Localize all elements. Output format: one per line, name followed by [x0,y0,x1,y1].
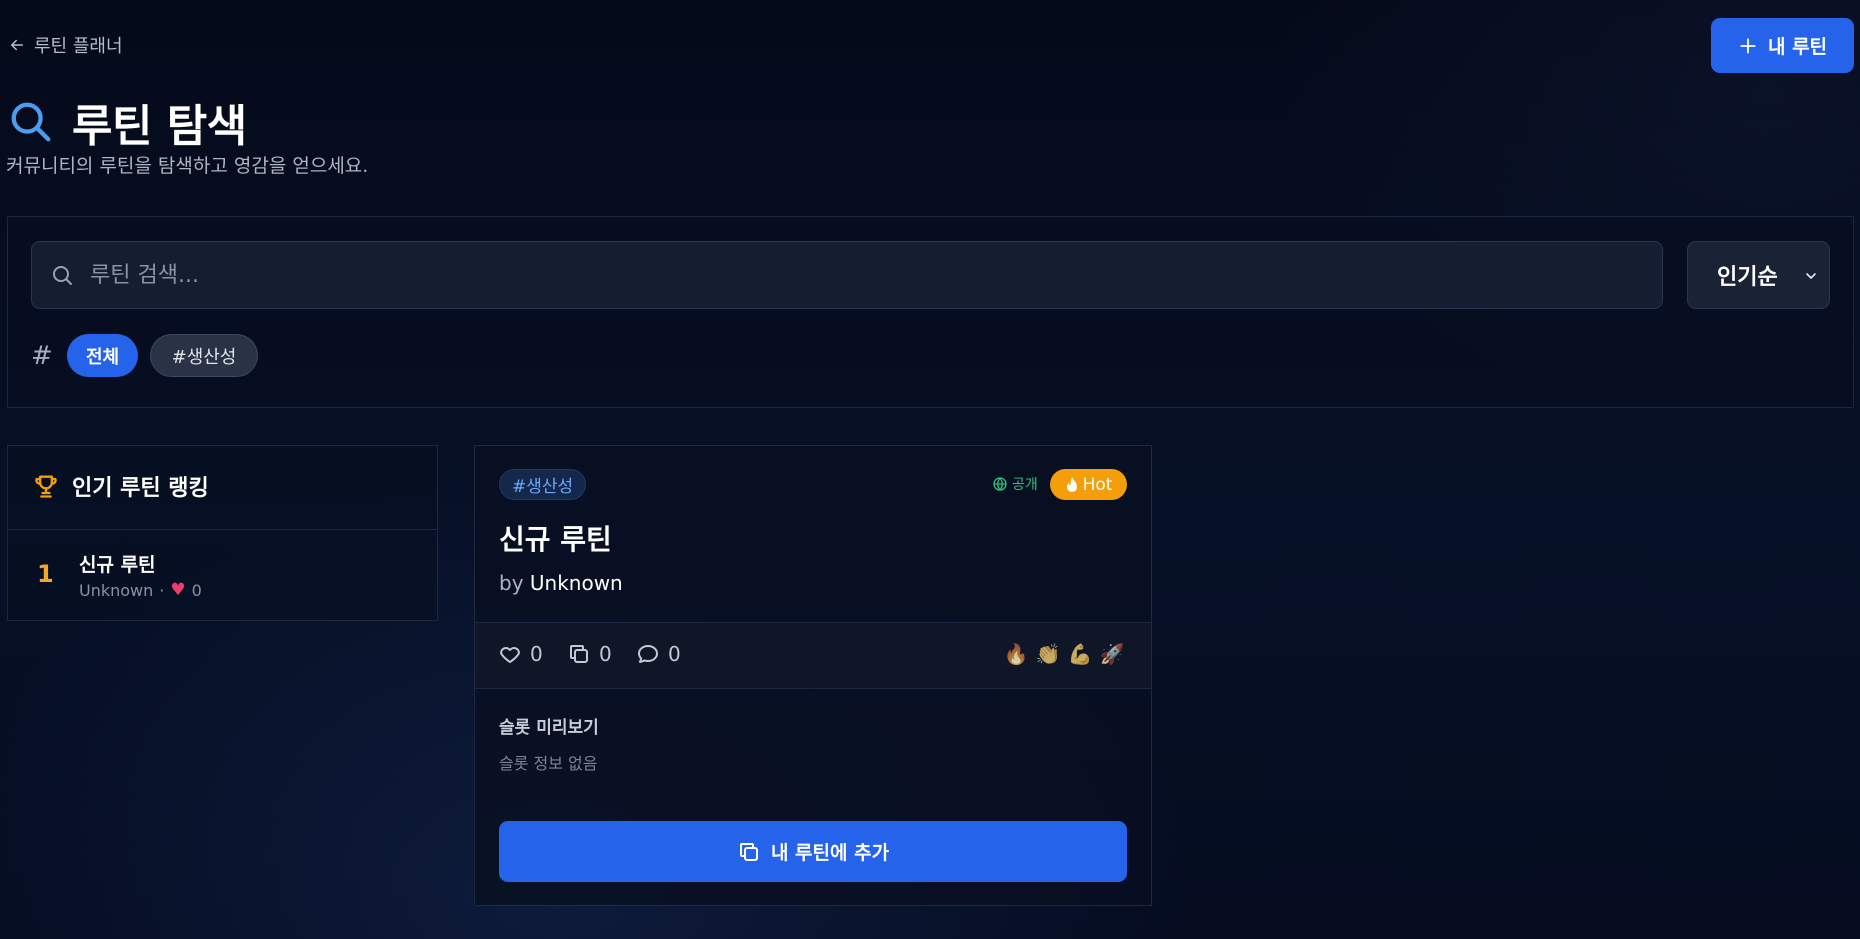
ranking-item-name[interactable]: 신규 루틴 [79,550,156,577]
slot-preview-empty: 슬롯 정보 없음 [499,754,598,773]
globe-icon [993,477,1007,491]
comment-icon [638,645,658,663]
ranking-item-author: Unknown [79,580,154,600]
card-author[interactable]: Unknown [530,571,623,595]
copy-count-value: 0 [599,642,612,666]
ranking-item-rank: 1 [37,560,54,588]
reaction-muscle[interactable]: 💪 [1067,642,1093,666]
search-box[interactable] [31,241,1663,309]
add-to-my-routines-button[interactable]: 내 루틴에 추가 [499,821,1127,882]
ranking-item-meta: Unknown · ♥ 0 [79,580,202,600]
comment-button[interactable]: 0 [636,642,681,666]
tag-chip-all[interactable]: 전체 [67,334,138,377]
slot-preview-label: 슬롯 미리보기 [499,718,599,738]
search-icon [11,102,51,142]
sort-select-value: 인기순 [1717,265,1778,290]
ranking-item-separator: · [159,580,165,600]
arrow-left-icon [11,39,23,51]
back-link[interactable]: 루틴 플래너 [8,32,123,58]
page-header: 루틴 탐색 [8,90,247,154]
plus-icon [1740,37,1756,54]
search-icon [53,266,72,285]
tag-chip-productivity[interactable]: #생산성 [150,334,258,377]
ranking-divider [7,529,438,530]
new-routine-label: 내 루틴 [1767,36,1828,58]
card-tag: #생산성 [499,469,587,500]
search-input[interactable] [90,242,1662,308]
copy-icon [570,645,588,663]
hot-badge: Hot [1050,469,1127,500]
flame-icon [1066,476,1077,492]
visibility-label: 공개 [1012,477,1038,493]
sort-select[interactable]: 인기순 [1687,241,1830,309]
copy-count: 0 [567,642,612,666]
reaction-fire[interactable]: 🔥 [1003,642,1029,666]
page-title: 루틴 탐색 [72,101,247,152]
ranking-header: 인기 루틴 랭킹 [32,470,209,502]
copy-icon [739,842,758,861]
card-author-line: by Unknown [499,571,623,595]
card-title[interactable]: 신규 루틴 [499,518,612,558]
page-subtitle: 커뮤니티의 루틴을 탐색하고 영감을 얻으세요. [6,155,369,177]
new-routine-button[interactable]: 내 루틴 [1711,18,1854,73]
heart-icon: ♥ [170,580,186,600]
visibility-badge: 공개 [992,474,1038,494]
back-link-label: 루틴 플래너 [34,36,123,57]
add-button-label: 내 루틴에 추가 [770,842,890,864]
like-count: 0 [530,642,543,666]
heart-icon [500,647,520,663]
ranking-title: 인기 루틴 랭킹 [72,476,209,501]
chevron-down-icon [1806,273,1816,279]
reaction-bar: 🔥 👏 💪 🚀 [1003,642,1125,666]
ranking-item-likes: 0 [191,580,202,600]
reaction-clap[interactable]: 👏 [1035,642,1061,666]
like-button[interactable]: 0 [498,642,543,666]
comment-count: 0 [668,642,681,666]
reaction-rocket[interactable]: 🚀 [1099,642,1125,666]
hash-icon: # [31,341,53,371]
hot-label: Hot [1082,474,1113,495]
by-prefix: by [499,571,524,595]
trophy-icon [35,475,57,498]
